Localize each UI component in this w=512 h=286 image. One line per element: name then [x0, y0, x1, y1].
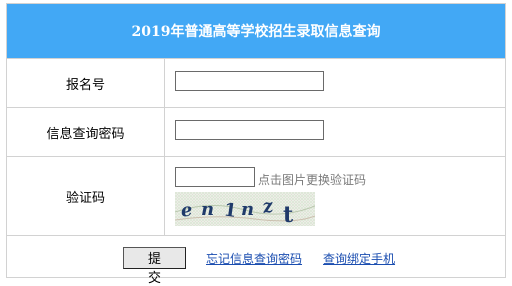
password-label: 信息查询密码	[7, 108, 165, 156]
svg-text:n: n	[241, 199, 254, 220]
form-title-bar: 2019年普通高等学校招生录取信息查询	[7, 4, 505, 58]
captcha-input[interactable]	[175, 167, 255, 187]
captcha-cell: 点击图片更换验证码 e n 1 n z t	[165, 157, 505, 235]
captcha-image[interactable]: e n 1 n z t	[175, 192, 315, 226]
password-cell	[165, 108, 505, 156]
captcha-refresh-hint[interactable]: 点击图片更换验证码	[258, 171, 366, 188]
forgot-password-link[interactable]: 忘记信息查询密码	[206, 250, 302, 267]
exam-number-cell	[165, 59, 505, 107]
svg-text:e: e	[180, 199, 194, 221]
submit-button[interactable]: 提 交	[123, 247, 186, 286]
bind-phone-link[interactable]: 查询绑定手机	[323, 250, 395, 267]
password-input[interactable]	[175, 120, 324, 140]
page-title: 2019年普通高等学校招生录取信息查询	[131, 24, 381, 40]
query-form-table: 2019年普通高等学校招生录取信息查询 报名号 信息查询密码 验证码 点击图片更…	[6, 3, 506, 286]
exam-number-row: 报名号	[7, 58, 505, 107]
svg-text:t: t	[283, 202, 294, 226]
action-row: 提 交 忘记信息查询密码 查询绑定手机	[7, 235, 505, 286]
svg-text:n: n	[201, 199, 214, 220]
exam-number-input[interactable]	[175, 71, 324, 91]
captcha-row: 验证码 点击图片更换验证码 e n 1 n z t	[7, 156, 505, 235]
exam-number-label: 报名号	[7, 59, 165, 107]
password-row: 信息查询密码	[7, 107, 505, 156]
captcha-label: 验证码	[7, 157, 165, 235]
